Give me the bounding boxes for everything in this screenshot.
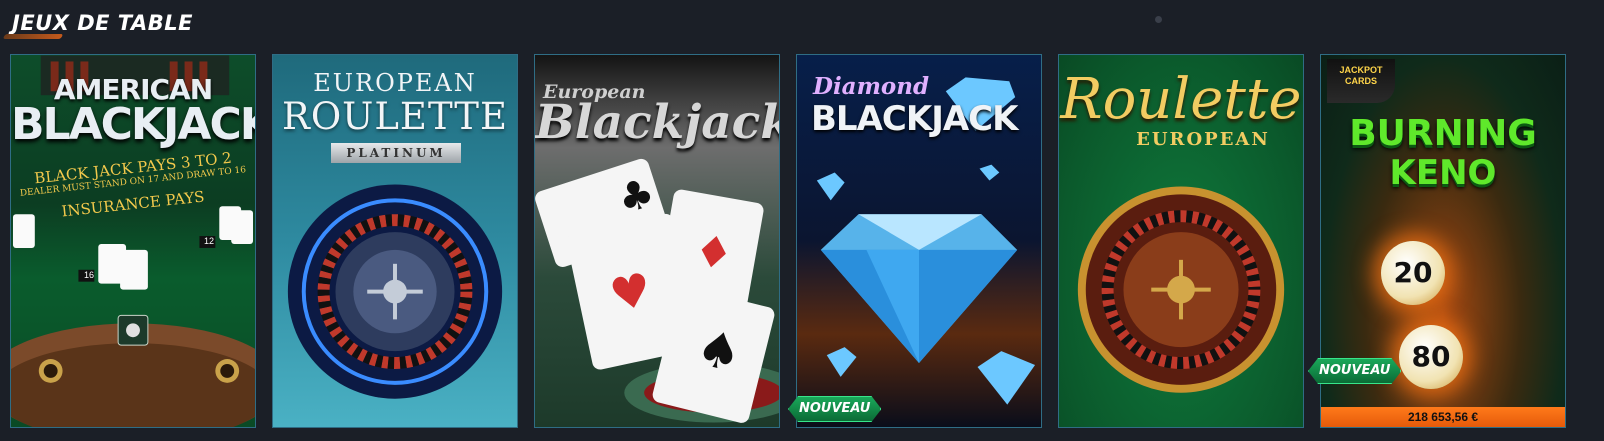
game-card-american-blackjack[interactable]: AMERICAN BLACKJACK BLACK JACK PAYS 3 TO … xyxy=(10,54,256,428)
game-title-sub: EUROPEAN xyxy=(1136,129,1270,150)
game-title-main: Roulette xyxy=(1060,67,1302,132)
game-title-main: KENO xyxy=(1389,153,1497,193)
game-title-main: ROULETTE xyxy=(281,95,508,138)
jackpot-cards-logo: JACKPOT CARDS xyxy=(1327,59,1395,103)
jackpot-brand-line2: CARDS xyxy=(1344,76,1377,86)
section-title: JEUX DE TABLE xyxy=(12,11,193,35)
decorative-dot xyxy=(1155,16,1162,23)
game-title-main: Blackjack xyxy=(535,95,780,150)
games-grid: AMERICAN BLACKJACK BLACK JACK PAYS 3 TO … xyxy=(10,54,1600,430)
game-title-top: BURNING xyxy=(1349,113,1537,154)
keno-ball: 20 xyxy=(1381,241,1445,305)
jackpot-amount: 218 653,56 € xyxy=(1321,407,1565,427)
title-underline xyxy=(2,34,64,39)
game-title-top: Diamond xyxy=(813,73,930,100)
new-badge: NOUVEAU xyxy=(1308,358,1401,384)
new-badge: NOUVEAU xyxy=(788,396,881,422)
game-title-main: BLACKJACK xyxy=(811,99,1018,139)
hand-value: 16 xyxy=(83,270,94,280)
keno-ball: 80 xyxy=(1399,325,1463,389)
game-card-european-blackjack[interactable]: ♣ ♦ ♥ ♠ European Blackjack xyxy=(534,54,780,428)
edition-badge: PLATINUM xyxy=(331,143,461,163)
game-card-roulette-european[interactable]: Roulette EUROPEAN xyxy=(1058,54,1304,428)
game-card-european-roulette-platinum[interactable]: EUROPEAN ROULETTE PLATINUM xyxy=(272,54,518,428)
jackpot-brand-line1: JACKPOT xyxy=(1339,65,1383,75)
game-title-top: EUROPEAN xyxy=(313,69,477,97)
game-title-main: BLACKJACK xyxy=(11,99,256,150)
game-card-diamond-blackjack[interactable]: Diamond BLACKJACK xyxy=(796,54,1042,428)
hand-value: 12 xyxy=(203,236,214,246)
